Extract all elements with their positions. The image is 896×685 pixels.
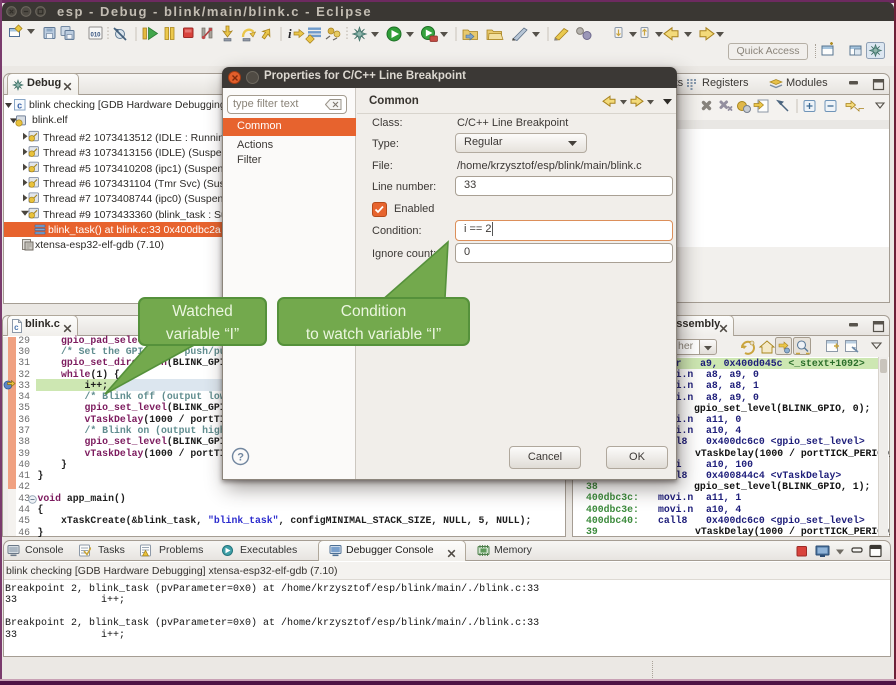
svg-text:c: c xyxy=(14,324,19,333)
svg-text:010: 010 xyxy=(91,33,102,39)
svg-text:?: ? xyxy=(237,452,244,464)
svg-text:i: i xyxy=(288,26,292,41)
svg-text:c: c xyxy=(17,102,22,112)
